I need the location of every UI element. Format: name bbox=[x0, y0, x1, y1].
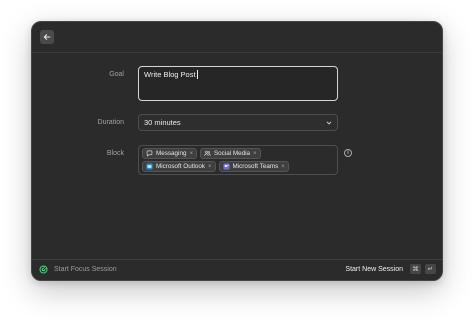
block-label: Block bbox=[106, 150, 124, 157]
goal-input[interactable]: Write Blog Post bbox=[138, 66, 338, 101]
chip-remove-button[interactable]: × bbox=[281, 164, 285, 170]
start-new-session-button[interactable]: Start New Session bbox=[345, 266, 403, 273]
arrow-left-icon bbox=[43, 34, 51, 40]
block-chip-social-media: Social Media × bbox=[199, 148, 261, 159]
footer-left-label: Start Focus Session bbox=[54, 266, 117, 273]
teams-app-icon bbox=[222, 163, 230, 170]
block-chip-microsoft-teams: Microsoft Teams × bbox=[218, 161, 289, 172]
chip-row: Microsoft Outlook × Microsoft Teams × bbox=[142, 161, 334, 172]
chip-label: Microsoft Teams bbox=[232, 163, 279, 170]
chip-remove-button[interactable]: × bbox=[189, 151, 193, 157]
block-chip-microsoft-outlook: Microsoft Outlook × bbox=[142, 161, 216, 172]
chip-remove-button[interactable]: × bbox=[253, 151, 257, 157]
chip-row: Messaging × Social Media × bbox=[142, 148, 334, 159]
duration-select[interactable]: 30 minutes bbox=[138, 114, 338, 131]
chip-label: Messaging bbox=[156, 150, 187, 157]
title-bar bbox=[32, 22, 442, 53]
message-bubble-icon bbox=[146, 150, 153, 157]
duration-label: Duration bbox=[97, 119, 124, 126]
block-chip-messaging: Messaging × bbox=[142, 148, 197, 159]
back-button[interactable] bbox=[40, 30, 54, 44]
info-icon[interactable]: i bbox=[344, 149, 352, 157]
chip-label: Social Media bbox=[213, 150, 251, 157]
footer-bar: Start Focus Session Start New Session ⌘ … bbox=[32, 259, 442, 280]
chevron-down-icon bbox=[326, 121, 332, 124]
focus-timer-icon bbox=[39, 265, 48, 274]
duration-select-value: 30 minutes bbox=[144, 118, 181, 127]
footer-status: Start Focus Session bbox=[39, 265, 117, 274]
chip-remove-button[interactable]: × bbox=[208, 164, 212, 170]
outlook-app-icon bbox=[146, 163, 153, 170]
text-caret bbox=[196, 70, 198, 79]
return-key-icon: ↵ bbox=[425, 264, 436, 274]
command-key-icon: ⌘ bbox=[410, 264, 421, 274]
chip-label: Microsoft Outlook bbox=[156, 163, 205, 170]
goal-label: Goal bbox=[109, 71, 124, 78]
focus-session-window: Goal Write Blog Post Duration 30 minutes… bbox=[31, 21, 443, 281]
social-people-icon bbox=[204, 150, 211, 156]
block-list-field[interactable]: Messaging × Social Media × Microsoft Out… bbox=[138, 145, 338, 175]
goal-input-value: Write Blog Post bbox=[144, 70, 196, 79]
footer-actions: Start New Session ⌘ ↵ bbox=[345, 264, 436, 274]
